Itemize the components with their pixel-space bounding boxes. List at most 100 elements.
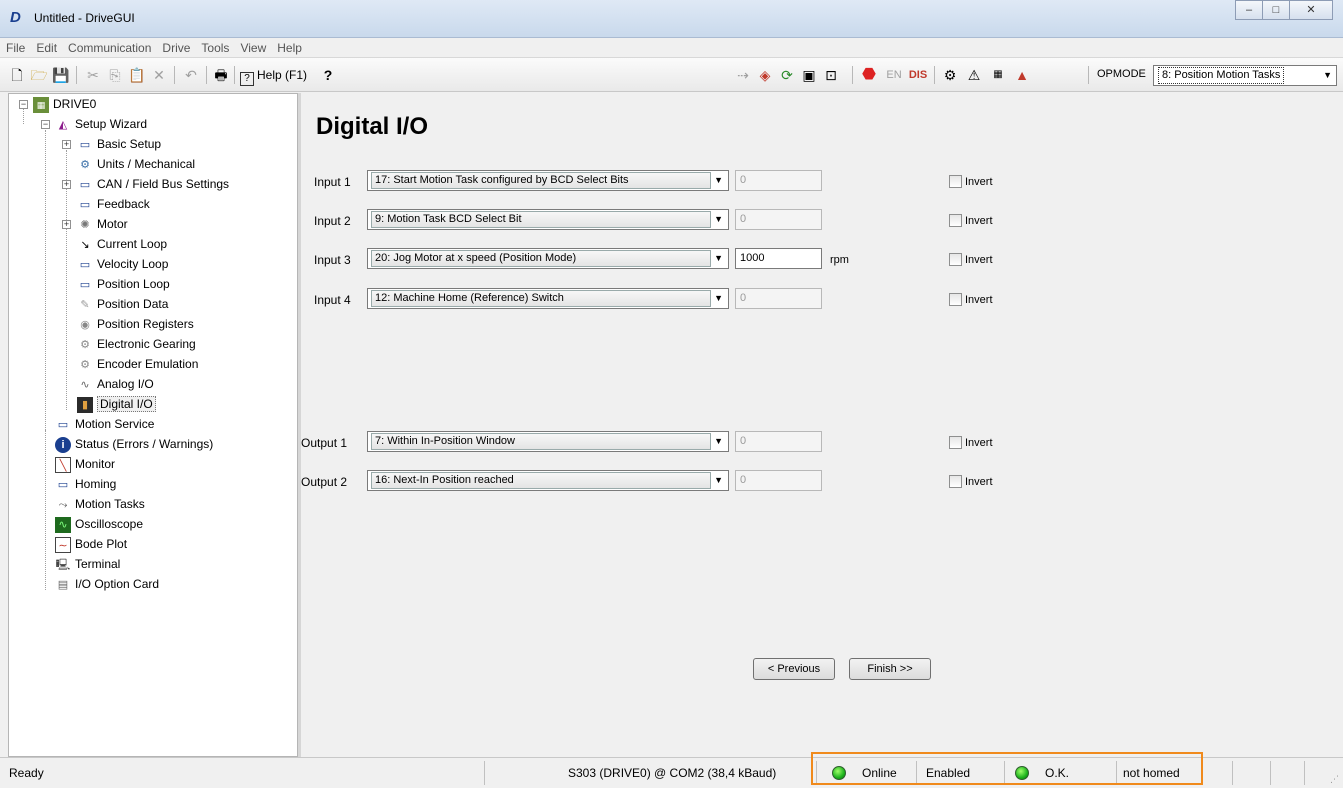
tree-item-terminal[interactable]: 🖳 Terminal bbox=[55, 554, 121, 574]
tree-item-motor[interactable]: ✺ Motor bbox=[77, 214, 127, 234]
tree-item-encoder-emulation[interactable]: ⚙ Encoder Emulation bbox=[77, 354, 198, 374]
context-help-icon[interactable]: ? bbox=[318, 66, 338, 84]
input-2-value-field[interactable]: 0 bbox=[735, 209, 822, 230]
tree-item-electronic-gearing[interactable]: ⚙ Electronic Gearing bbox=[77, 334, 196, 354]
tree-item-feedback[interactable]: ▭ Feedback bbox=[77, 194, 150, 214]
close-button[interactable]: ✕ bbox=[1289, 0, 1333, 20]
tree-item-oscilloscope[interactable]: ∿ Oscilloscope bbox=[55, 514, 143, 534]
connect-icon[interactable]: ⇢ bbox=[734, 66, 752, 84]
invert-label: Invert bbox=[965, 254, 993, 266]
input-3-function-select[interactable]: 20: Jog Motor at x speed (Position Mode)… bbox=[367, 248, 729, 269]
status-separator bbox=[484, 761, 485, 785]
resize-grip-icon[interactable]: ⋰ bbox=[1330, 774, 1339, 785]
menu-view[interactable]: View bbox=[240, 41, 266, 55]
tree-item-homing[interactable]: ▭ Homing bbox=[55, 474, 117, 494]
menu-tools[interactable]: Tools bbox=[201, 41, 229, 55]
maximize-button[interactable]: □ bbox=[1262, 0, 1290, 20]
tree-item-can-field-bus[interactable]: ▭ CAN / Field Bus Settings bbox=[77, 174, 229, 194]
bode-plot-icon: ∼ bbox=[55, 536, 71, 553]
tree-item-bode-plot[interactable]: ∼ Bode Plot bbox=[55, 534, 127, 554]
tree-item-current-loop[interactable]: ↘ Current Loop bbox=[77, 234, 167, 254]
output-1-value-field[interactable]: 0 bbox=[735, 431, 822, 452]
status-highlight-box bbox=[811, 752, 1203, 785]
toolbar-separator bbox=[852, 66, 853, 84]
tree-item-status[interactable]: i Status (Errors / Warnings) bbox=[55, 434, 213, 454]
input-2-invert-checkbox[interactable]: Invert bbox=[949, 214, 993, 228]
gear-icon: ⚙ bbox=[80, 338, 90, 351]
output-2-invert-checkbox[interactable]: Invert bbox=[949, 475, 993, 489]
menu-drive[interactable]: Drive bbox=[162, 41, 190, 55]
input-4-value-field[interactable]: 0 bbox=[735, 288, 822, 309]
enable-button[interactable]: EN bbox=[884, 66, 904, 84]
tree-connector bbox=[23, 108, 24, 124]
disconnect-icon[interactable]: ◈ bbox=[756, 66, 774, 84]
tree-item-io-option-card[interactable]: ▤ I/O Option Card bbox=[55, 574, 159, 594]
output-1-invert-checkbox[interactable]: Invert bbox=[949, 436, 993, 450]
input-1-value-field[interactable]: 0 bbox=[735, 170, 822, 191]
output-2-function-select[interactable]: 16: Next-In Position reached ▼ bbox=[367, 470, 729, 491]
stop-icon[interactable]: ⬣ bbox=[860, 66, 878, 84]
tree-item-velocity-loop[interactable]: ▭ Velocity Loop bbox=[77, 254, 169, 274]
finish-button[interactable]: Finish >> bbox=[849, 658, 931, 680]
tree-expand-icon[interactable]: + bbox=[62, 180, 71, 189]
load-from-drive-icon[interactable]: ⊡ bbox=[822, 66, 840, 84]
input-3-value-field[interactable]: 1000 bbox=[735, 248, 822, 269]
print-icon[interactable]: 🖶 bbox=[212, 66, 230, 84]
input-2-function-select[interactable]: 9: Motion Task BCD Select Bit ▼ bbox=[367, 209, 729, 230]
paste-icon[interactable]: 📋 bbox=[128, 66, 146, 84]
tree-item-position-loop[interactable]: ▭ Position Loop bbox=[77, 274, 170, 294]
fault-reset-icon[interactable]: ⚠ bbox=[964, 66, 984, 84]
menu-edit[interactable]: Edit bbox=[36, 41, 57, 55]
tree-item-monitor[interactable]: ╲ Monitor bbox=[55, 454, 115, 474]
tree-collapse-icon[interactable]: − bbox=[41, 120, 50, 129]
invert-label: Invert bbox=[965, 176, 993, 188]
tree-item-analog-io[interactable]: ∿ Analog I/O bbox=[77, 374, 153, 394]
tree-item-position-data[interactable]: ✎ Position Data bbox=[77, 294, 168, 314]
disable-button[interactable]: DIS bbox=[906, 66, 930, 84]
plot-icon[interactable]: ▦ bbox=[988, 66, 1008, 84]
undo-icon[interactable]: ↶ bbox=[182, 66, 200, 84]
save-to-drive-icon[interactable]: ▣ bbox=[800, 66, 818, 84]
tree-item-setup-wizard[interactable]: ◭ Setup Wizard bbox=[55, 114, 147, 134]
save-icon[interactable]: 💾 bbox=[52, 66, 70, 84]
help-button[interactable]: ? Help (F1) bbox=[240, 66, 307, 86]
tree-expand-icon[interactable]: + bbox=[62, 140, 71, 149]
tree-item-digital-io[interactable]: ▮ Digital I/O bbox=[77, 394, 156, 414]
tree-item-units-mechanical[interactable]: ⚙ Units / Mechanical bbox=[77, 154, 195, 174]
opmode-select[interactable]: 8: Position Motion Tasks ▼ bbox=[1153, 65, 1337, 86]
refresh-icon[interactable]: ⟳ bbox=[778, 66, 796, 84]
new-file-icon[interactable]: 🗋 bbox=[8, 66, 26, 84]
tree-item-basic-setup[interactable]: ▭ Basic Setup bbox=[77, 134, 161, 154]
open-folder-icon[interactable]: 🗁 bbox=[30, 66, 48, 84]
tree-label: Digital I/O bbox=[97, 396, 156, 412]
menu-communication[interactable]: Communication bbox=[68, 41, 151, 55]
input-4-invert-checkbox[interactable]: Invert bbox=[949, 293, 993, 307]
copy-icon[interactable]: ⎘ bbox=[106, 66, 124, 84]
output-1-function-select[interactable]: 7: Within In-Position Window ▼ bbox=[367, 431, 729, 452]
checkbox-icon bbox=[949, 253, 962, 266]
input-3-label: Input 3 bbox=[314, 253, 351, 267]
tree-item-position-registers[interactable]: ◉ Position Registers bbox=[77, 314, 194, 334]
brake-icon[interactable]: ⚙ bbox=[940, 66, 960, 84]
minimize-button[interactable]: – bbox=[1235, 0, 1263, 20]
page-icon: ▭ bbox=[57, 418, 69, 431]
tree-item-motion-service[interactable]: ▭ Motion Service bbox=[55, 414, 155, 434]
tree-item-motion-tasks[interactable]: ⤳ Motion Tasks bbox=[55, 494, 145, 514]
emergency-icon[interactable]: ▲ bbox=[1012, 66, 1032, 84]
tree-collapse-icon[interactable]: − bbox=[19, 100, 28, 109]
menu-help[interactable]: Help bbox=[277, 41, 302, 55]
status-connection: S303 (DRIVE0) @ COM2 (38,4 kBaud) bbox=[568, 766, 777, 780]
input-3-invert-checkbox[interactable]: Invert bbox=[949, 253, 993, 267]
input-1-invert-checkbox[interactable]: Invert bbox=[949, 175, 993, 189]
tree-item-drive0[interactable]: ▦ DRIVE0 bbox=[33, 94, 96, 114]
tree-expand-icon[interactable]: + bbox=[62, 220, 71, 229]
tree-label: Units / Mechanical bbox=[97, 157, 196, 171]
delete-icon[interactable]: ✕ bbox=[150, 66, 168, 84]
cut-icon[interactable]: ✂ bbox=[84, 66, 102, 84]
input-1-function-select[interactable]: 17: Start Motion Task configured by BCD … bbox=[367, 170, 729, 191]
input-4-function-select[interactable]: 12: Machine Home (Reference) Switch ▼ bbox=[367, 288, 729, 309]
tree-label: Monitor bbox=[75, 457, 116, 471]
menu-file[interactable]: File bbox=[6, 41, 25, 55]
previous-button[interactable]: < Previous bbox=[753, 658, 835, 680]
output-2-value-field[interactable]: 0 bbox=[735, 470, 822, 491]
